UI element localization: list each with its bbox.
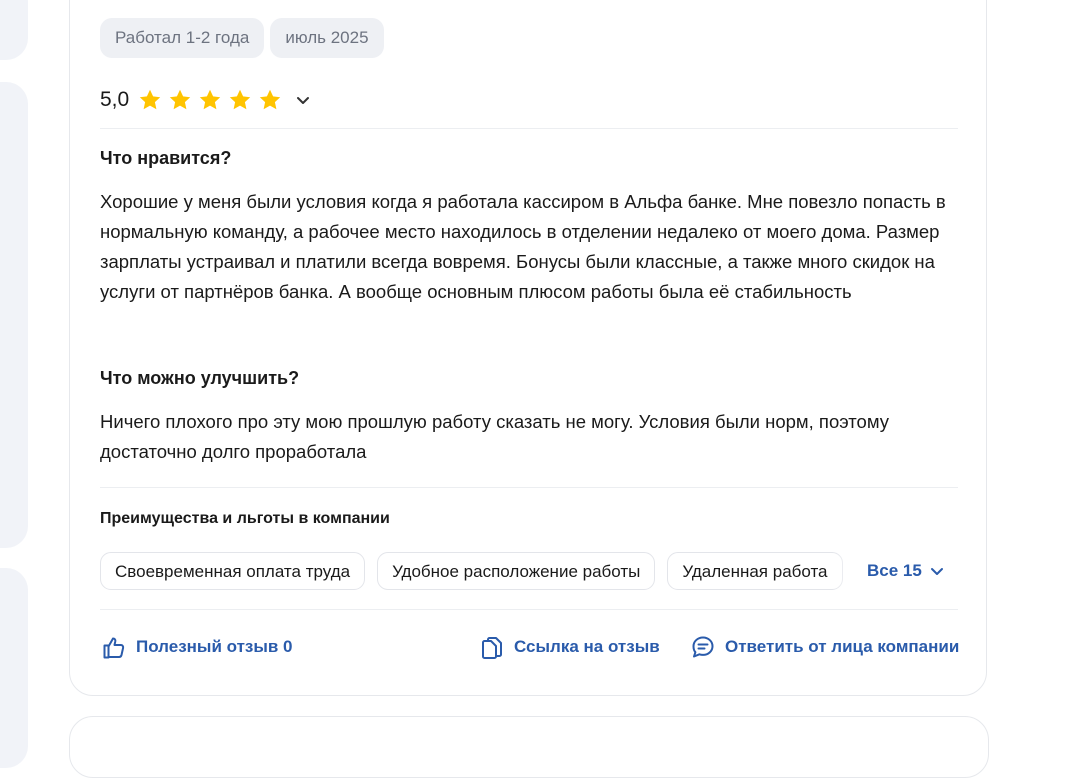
tag-work-duration: Работал 1-2 года [100,18,265,58]
review-link-label: Ссылка на отзыв [514,637,660,656]
chevron-down-icon[interactable] [294,91,312,109]
reply-as-company-label: Ответить от лица компании [725,637,960,656]
thumbs-up-icon [103,637,125,659]
likes-text: Хорошие у меня были условия когда я рабо… [100,191,946,302]
copy-link-icon [482,637,502,659]
show-all-benefits-button[interactable]: Все 15 [867,552,946,590]
benefit-chip: Своевременная оплата труда [100,552,366,590]
useful-review-label: Полезный отзыв 0 [136,637,293,656]
left-panel [0,568,28,768]
improve-heading: Что можно улучшить? [100,368,300,388]
review-link-button[interactable]: Ссылка на отзыв [479,632,660,662]
benefits-heading: Преимущества и льготы в компании [100,510,390,527]
benefits-list: Своевременная оплата труда Удобное распо… [100,552,860,590]
rating-stars [138,88,282,112]
star-icon [140,89,161,110]
chevron-down-icon [930,568,943,575]
show-all-benefits-label: Все 15 [867,561,922,580]
star-icon [170,89,191,110]
improve-text: Ничего плохого про эту мою прошлую работ… [100,411,890,462]
rating-row[interactable]: 5,0 [100,84,312,116]
star-icon [230,89,251,110]
useful-review-button[interactable]: Полезный отзыв 0 [101,632,293,662]
benefit-chip: Удаленная работа [667,552,843,590]
rating-value: 5,0 [100,88,130,111]
star-icon [200,89,221,110]
likes-heading: Что нравится? [100,148,232,168]
chips-fade [832,552,868,590]
divider [100,609,958,610]
chat-bubble-icon [692,636,714,658]
star-icon [260,89,281,110]
left-panel [0,82,28,548]
next-review-card [69,716,989,778]
reply-as-company-button[interactable]: Ответить от лица компании [690,632,959,662]
divider [100,487,958,488]
tag-review-date: июль 2025 [270,18,384,58]
divider [100,128,958,129]
review-tags: Работал 1-2 года июль 2025 [100,18,384,58]
benefit-chip: Удобное расположение работы [377,552,656,590]
left-panel [0,0,28,60]
